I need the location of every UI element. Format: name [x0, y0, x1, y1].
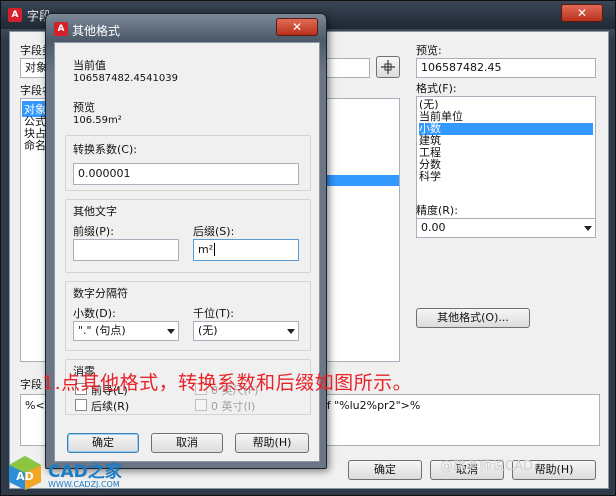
thousands-value: (无)	[198, 324, 218, 337]
autocad-icon: A	[54, 22, 68, 36]
zero-inches-label: 0 英寸(I)	[211, 400, 256, 413]
field-expression-label: 字段	[20, 378, 42, 391]
zero-inches-checkbox[interactable]	[195, 399, 207, 411]
precision-value: 0.00	[421, 221, 446, 234]
chevron-down-icon	[167, 329, 175, 334]
author-watermark: @跳老师说CAD	[440, 459, 533, 474]
field-expression-suffix: \f "%lu2%pr2">%	[323, 399, 421, 412]
thousands-select[interactable]: (无)	[193, 321, 299, 341]
preview-label: 预览:	[416, 44, 442, 57]
thousands-label: 千位(T):	[193, 307, 235, 320]
decimal-select[interactable]: "." (句点)	[73, 321, 179, 341]
current-value: 106587482.4541039	[73, 73, 178, 84]
other-ok-button[interactable]: 确定	[67, 433, 139, 453]
format-item[interactable]: 科学	[419, 171, 441, 183]
chevron-down-icon	[584, 226, 592, 231]
select-object-button[interactable]	[376, 56, 400, 78]
crosshair-icon	[381, 60, 395, 74]
preview-value: 106587482.45	[421, 61, 502, 74]
other-format-title: 其他格式	[72, 24, 121, 38]
suffix-value: m²	[198, 243, 214, 256]
other-help-button[interactable]: 帮助(H)	[235, 433, 309, 453]
other-format-close-button[interactable]: ✕	[276, 18, 318, 36]
other-format-dialog: A 其他格式 ✕ 当前值 106587482.4541039 预览 106.59…	[45, 13, 327, 469]
preview-box: 106587482.45	[416, 58, 596, 78]
format-item-selected[interactable]: 小数	[419, 123, 593, 135]
chevron-down-icon	[287, 329, 295, 334]
other-preview-label: 预览	[73, 101, 95, 114]
conversion-factor-value: 0.000001	[78, 167, 131, 180]
suffix-label: 后缀(S):	[193, 225, 235, 238]
current-value-label: 当前值	[73, 59, 106, 72]
property-list-selected-row[interactable]	[316, 175, 399, 186]
field-name-item[interactable]: 命名	[24, 137, 46, 153]
autocad-icon: A	[8, 8, 22, 22]
other-format-button[interactable]: 其他格式(O)...	[416, 308, 530, 328]
prefix-input[interactable]	[73, 239, 179, 261]
conversion-factor-input[interactable]: 0.000001	[73, 163, 299, 185]
logo-mark-text: AD	[16, 470, 34, 483]
logo-name: CAD之家	[48, 462, 122, 482]
trailing-checkbox[interactable]	[75, 399, 87, 411]
other-preview-value: 106.59m²	[73, 115, 122, 126]
format-label: 格式(F):	[416, 82, 457, 95]
precision-label: 精度(R):	[416, 204, 458, 217]
tutorial-annotation: 1.点其他格式，转换系数和后缀如图所示。	[42, 372, 413, 394]
precision-select[interactable]: 0.00	[416, 218, 596, 238]
logo-url: WWW.CADZJ.COM	[48, 480, 120, 489]
decimal-value: "." (句点)	[78, 324, 126, 337]
field-ok-button[interactable]: 确定	[348, 460, 422, 480]
separator-group-label: 数字分隔符	[73, 287, 128, 300]
decimal-label: 小数(D):	[73, 307, 116, 320]
other-cancel-button[interactable]: 取消	[151, 433, 223, 453]
field-dialog-close-button[interactable]: ✕	[561, 4, 603, 22]
conversion-factor-label: 转换系数(C):	[73, 143, 137, 156]
suffix-input[interactable]: m²	[193, 239, 299, 261]
field-category-value: 对象	[25, 61, 47, 74]
prefix-label: 前缀(P):	[73, 225, 114, 238]
trailing-label: 后续(R)	[91, 400, 130, 413]
other-format-client: 当前值 106587482.4541039 预览 106.59m² 转换系数(C…	[54, 42, 320, 462]
cad-home-logo-icon: AD	[9, 456, 41, 490]
additional-text-group-label: 其他文字	[73, 205, 117, 218]
text-cursor	[214, 243, 216, 256]
